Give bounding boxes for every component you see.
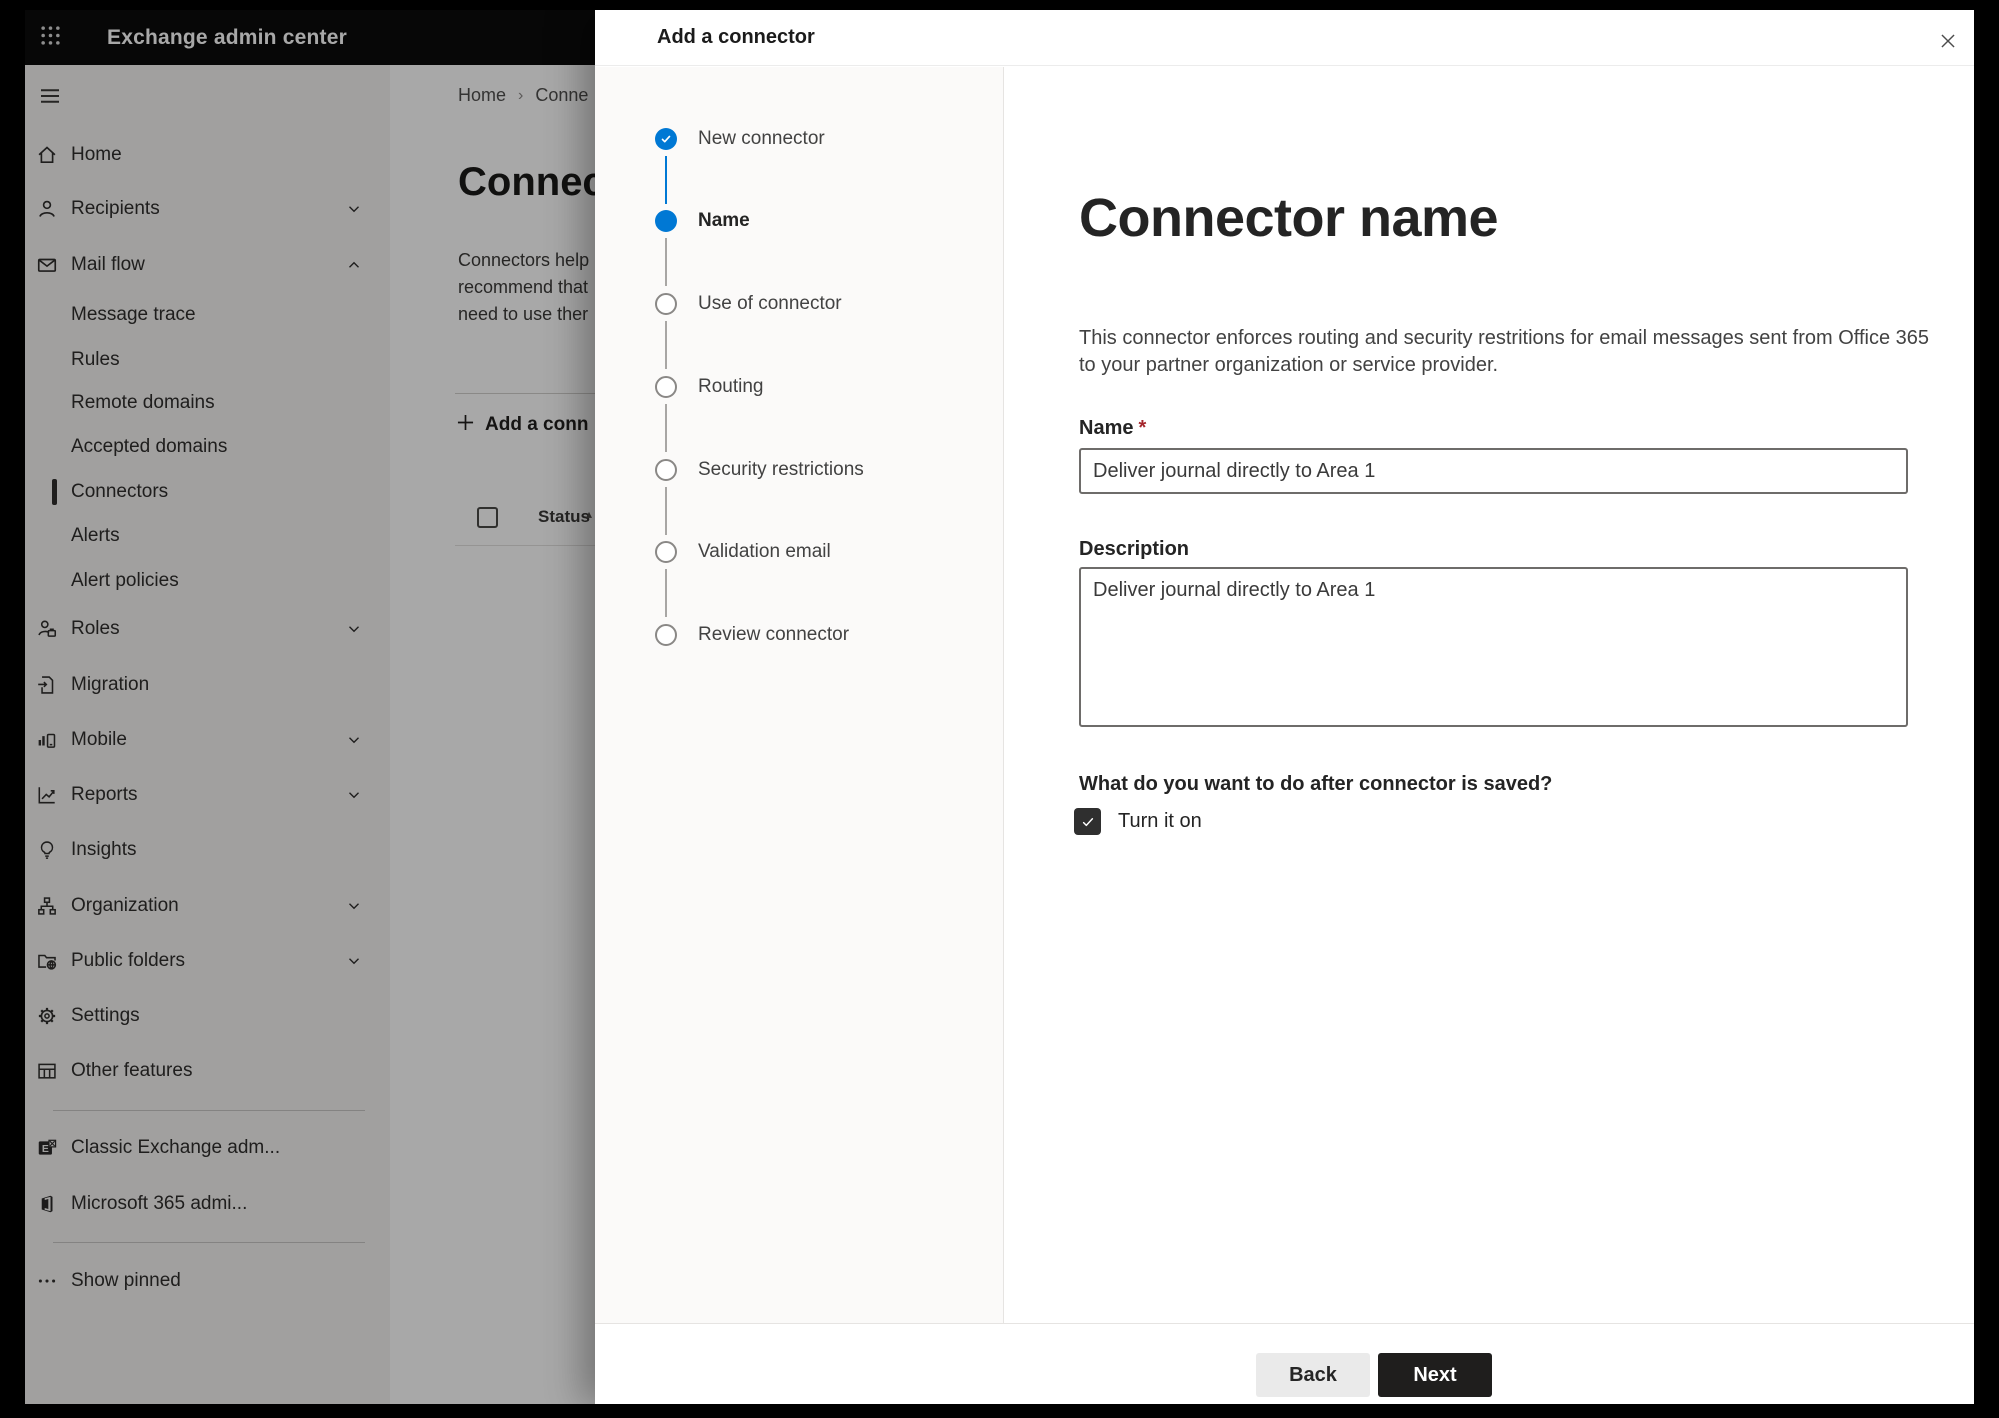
- step-connector-line: [665, 487, 667, 535]
- add-connector-dialog: Add a connector New connector Name Use o…: [595, 10, 1974, 1404]
- next-button[interactable]: Next: [1378, 1353, 1492, 1397]
- dialog-header: Add a connector: [595, 10, 1974, 66]
- required-asterisk: *: [1138, 417, 1147, 439]
- step-new-connector[interactable]: New connector: [595, 117, 1003, 161]
- dialog-content: Connector name This connector enforces r…: [1005, 67, 1974, 1323]
- after-save-question: What do you want to do after connector i…: [1079, 773, 1553, 795]
- step-upcoming-circle: [655, 459, 677, 481]
- step-connector-line: [665, 569, 667, 617]
- step-upcoming-circle: [655, 624, 677, 646]
- step-upcoming-circle: [655, 376, 677, 398]
- step-routing[interactable]: Routing: [595, 365, 1003, 409]
- step-review-connector[interactable]: Review connector: [595, 613, 1003, 657]
- step-connector-line: [665, 156, 667, 204]
- step-completed-icon: [655, 128, 677, 150]
- wizard-steps-panel: New connector Name Use of connector Rout…: [595, 67, 1004, 1323]
- step-use-of-connector[interactable]: Use of connector: [595, 282, 1003, 326]
- step-connector-line: [665, 404, 667, 452]
- step-upcoming-circle: [655, 541, 677, 563]
- screenshot-frame: Exchange admin center Home Recipients Ma…: [0, 0, 1999, 1418]
- close-icon: [1937, 30, 1959, 57]
- checked-checkbox-icon[interactable]: [1074, 808, 1101, 835]
- name-field-label: Name *: [1079, 417, 1147, 439]
- connector-name-heading: Connector name: [1079, 188, 1499, 248]
- step-active-dot: [655, 210, 677, 232]
- exchange-admin-app: Exchange admin center Home Recipients Ma…: [25, 10, 1974, 1404]
- back-button[interactable]: Back: [1256, 1353, 1370, 1397]
- name-input[interactable]: [1079, 448, 1908, 494]
- turn-it-on-checkbox-row[interactable]: Turn it on: [1074, 808, 1202, 835]
- step-connector-line: [665, 238, 667, 286]
- close-button[interactable]: [1926, 21, 1970, 65]
- dialog-title: Add a connector: [657, 26, 815, 48]
- step-validation-email[interactable]: Validation email: [595, 530, 1003, 574]
- step-name[interactable]: Name: [595, 199, 1003, 243]
- description-textarea[interactable]: Deliver journal directly to Area 1: [1079, 567, 1908, 727]
- connector-description-text: This connector enforces routing and secu…: [1079, 327, 1930, 376]
- turn-it-on-label: Turn it on: [1118, 810, 1202, 832]
- dialog-footer: Back Next: [595, 1323, 1974, 1404]
- step-security-restrictions[interactable]: Security restrictions: [595, 448, 1003, 492]
- step-upcoming-circle: [655, 293, 677, 315]
- description-field-label: Description: [1079, 538, 1190, 560]
- step-connector-line: [665, 321, 667, 369]
